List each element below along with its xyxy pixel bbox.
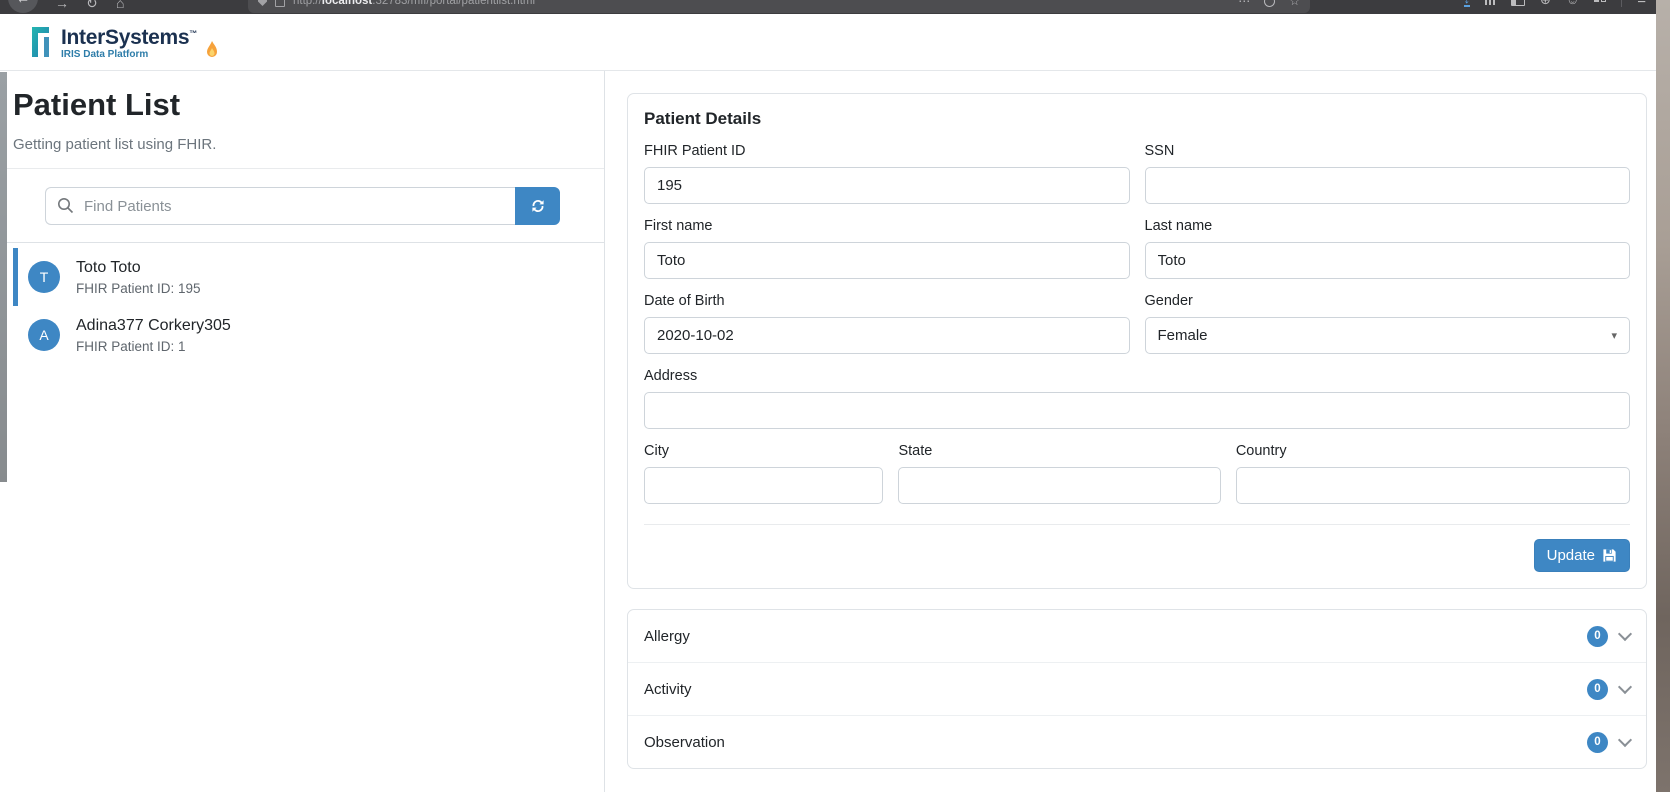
intersystems-logo-icon	[32, 27, 49, 57]
fhir-id-field[interactable]	[644, 167, 1130, 204]
count-badge: 0	[1587, 625, 1608, 647]
save-icon	[1603, 549, 1616, 562]
first-name-field[interactable]	[644, 242, 1130, 279]
avatar: A	[28, 319, 60, 351]
sidebar-toggle-icon[interactable]	[1511, 0, 1526, 6]
intersystems-logo: InterSystems™ IRIS Data Platform	[28, 24, 219, 60]
patient-list-item[interactable]: T Toto Toto FHIR Patient ID: 195	[13, 248, 604, 306]
chevron-down-icon	[1617, 679, 1633, 695]
address-label: Address	[644, 368, 698, 384]
search-icon	[58, 198, 74, 214]
country-label: Country	[1235, 443, 1287, 459]
resource-accordion: Allergy 0 Activity 0 Observation 0	[627, 609, 1647, 769]
permissions-icon[interactable]	[1264, 0, 1276, 7]
flame-icon	[207, 41, 217, 57]
patient-list-item[interactable]: A Adina377 Corkery305 FHIR Patient ID: 1	[13, 306, 604, 364]
browser-window: ← → ↻ ⌂ http://localhost:32783/mff/porta…	[0, 0, 1656, 792]
extensions-icon[interactable]	[1594, 0, 1607, 2]
forward-icon[interactable]: →	[55, 0, 69, 10]
accordion-label: Activity	[644, 680, 692, 698]
patient-name: Toto Toto	[76, 259, 141, 276]
patient-meta: FHIR Patient ID: 1	[76, 339, 186, 354]
bookmark-star-icon[interactable]: ☆	[1289, 0, 1300, 8]
city-field[interactable]	[644, 467, 884, 504]
page-subtitle: Getting patient list using FHIR.	[13, 136, 217, 153]
desktop-background-left	[0, 72, 7, 482]
downloads-icon[interactable]: ↓	[1463, 0, 1471, 7]
reload-icon[interactable]: ↻	[86, 0, 98, 10]
page-title: Patient List	[13, 87, 181, 122]
back-button[interactable]: ←	[8, 0, 38, 13]
url-host: localhost	[321, 0, 373, 7]
patient-search	[45, 187, 560, 225]
country-field[interactable]	[1235, 467, 1630, 504]
search-input[interactable]	[45, 187, 515, 225]
count-badge: 0	[1587, 731, 1608, 753]
globe-extension-icon[interactable]: ⊕	[1540, 0, 1551, 6]
dob-field[interactable]	[644, 317, 1130, 354]
patient-details-panel: Patient Details FHIR Patient ID SSN Firs…	[605, 71, 1656, 792]
city-label: City	[644, 443, 669, 459]
browser-toolbar: ← → ↻ ⌂ http://localhost:32783/mff/porta…	[0, 0, 1656, 14]
accordion-label: Observation	[644, 733, 725, 751]
tracking-shield-icon[interactable]	[258, 0, 267, 6]
details-title: Patient Details	[644, 109, 762, 128]
divider	[644, 524, 1630, 525]
last-name-field[interactable]	[1144, 242, 1630, 279]
menu-icon[interactable]: ≡	[1637, 0, 1646, 7]
more-actions-icon[interactable]: ⋯	[1238, 0, 1250, 8]
desktop-background-right	[1656, 0, 1670, 792]
chevron-down-icon	[1617, 626, 1633, 642]
library-icon[interactable]	[1485, 0, 1497, 5]
state-field[interactable]	[898, 467, 1221, 504]
url-scheme: http://	[293, 0, 322, 7]
ssn-field[interactable]	[1144, 167, 1630, 204]
dob-label: Date of Birth	[644, 293, 725, 309]
refresh-button[interactable]	[515, 187, 560, 225]
accordion-row-activity[interactable]: Activity 0	[628, 662, 1646, 715]
state-label: State	[898, 443, 933, 459]
gender-select[interactable]: Female ▾	[1144, 317, 1630, 354]
gender-label: Gender	[1144, 293, 1193, 309]
app-header: InterSystems™ IRIS Data Platform	[0, 14, 1656, 71]
brand-subtitle: IRIS Data Platform	[61, 49, 149, 60]
home-icon[interactable]: ⌂	[116, 0, 124, 10]
url-text[interactable]: http://localhost:32783/mff/portal/patien…	[293, 0, 1230, 7]
update-button[interactable]: Update	[1533, 539, 1630, 572]
trademark: ™	[189, 29, 197, 38]
back-icon: ←	[16, 0, 30, 6]
chevron-down-icon	[1617, 732, 1633, 748]
fhir-id-label: FHIR Patient ID	[644, 143, 746, 159]
divider	[0, 242, 604, 243]
url-path: :32783/mff/portal/patientlist.html	[372, 0, 536, 7]
patient-name: Adina377 Corkery305	[76, 317, 231, 334]
first-name-label: First name	[644, 218, 713, 234]
gender-value: Female	[1157, 327, 1208, 344]
address-bar[interactable]: http://localhost:32783/mff/portal/patien…	[248, 0, 1310, 13]
account-icon[interactable]: ☺	[1566, 0, 1579, 6]
address-field[interactable]	[644, 392, 1630, 429]
caret-down-icon: ▾	[1611, 330, 1617, 342]
accordion-row-observation[interactable]: Observation 0	[628, 715, 1646, 768]
avatar: T	[28, 261, 60, 293]
refresh-icon	[531, 199, 544, 213]
count-badge: 0	[1587, 678, 1608, 700]
accordion-row-allergy[interactable]: Allergy 0	[628, 610, 1646, 662]
accordion-label: Allergy	[644, 627, 690, 645]
urlbar-actions: ⋯ ☆	[1238, 0, 1300, 8]
patient-list-panel: Patient List Getting patient list using …	[0, 71, 605, 792]
divider	[0, 168, 604, 169]
toolbar-right: ↓ ⊕ ☺ ≡	[1463, 0, 1646, 7]
ssn-label: SSN	[1144, 143, 1175, 159]
last-name-label: Last name	[1144, 218, 1213, 234]
toolbar-separator	[1621, 0, 1623, 7]
patient-meta: FHIR Patient ID: 195	[76, 281, 201, 296]
patient-details-card: Patient Details FHIR Patient ID SSN Firs…	[627, 93, 1647, 589]
brand-name: InterSystems™	[61, 26, 197, 49]
update-button-label: Update	[1546, 547, 1595, 564]
patient-list: T Toto Toto FHIR Patient ID: 195 A Adina…	[13, 248, 604, 364]
page-info-icon[interactable]	[275, 0, 285, 7]
